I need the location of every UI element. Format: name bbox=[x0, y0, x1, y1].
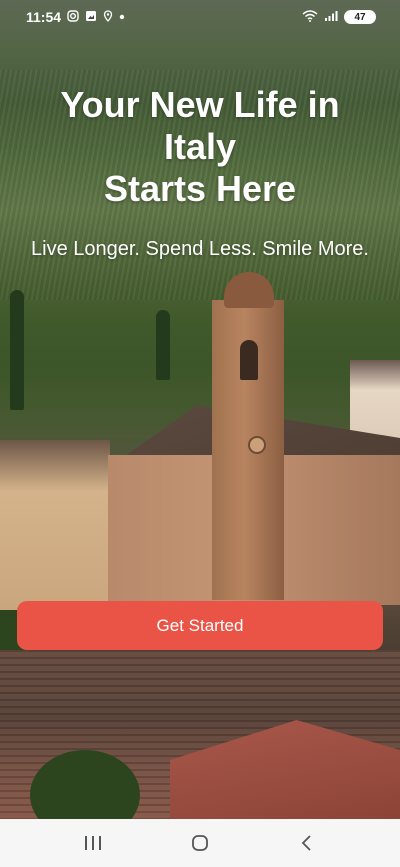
dot-icon bbox=[119, 12, 125, 23]
instagram-icon bbox=[67, 9, 79, 25]
status-left: 11:54 bbox=[26, 9, 125, 25]
hero-title-line1: Your New Life in Italy bbox=[60, 84, 340, 167]
location-icon bbox=[103, 9, 113, 25]
status-bar: 11:54 47 bbox=[0, 0, 400, 34]
back-icon[interactable] bbox=[277, 823, 337, 863]
hero-title-line2: Starts Here bbox=[103, 168, 297, 209]
hero: Your New Life in Italy Starts Here Live … bbox=[0, 84, 400, 262]
house-left bbox=[0, 440, 110, 610]
system-nav-bar bbox=[0, 819, 400, 867]
cypress-tree bbox=[10, 290, 24, 410]
get-started-button[interactable]: Get Started bbox=[17, 601, 383, 650]
hero-subtitle: Live Longer. Spend Less. Smile More. bbox=[31, 238, 369, 260]
tower-clock bbox=[248, 436, 266, 454]
status-time: 11:54 bbox=[26, 9, 62, 25]
battery-icon: 47 bbox=[344, 10, 376, 24]
welcome-screen: 11:54 47 Your New Life in Italy Starts H… bbox=[0, 0, 400, 867]
tower-window bbox=[240, 340, 258, 380]
signal-icon bbox=[324, 10, 338, 25]
wifi-icon bbox=[302, 9, 318, 25]
status-right: 47 bbox=[302, 9, 376, 25]
recent-apps-icon[interactable] bbox=[63, 823, 123, 863]
home-icon[interactable] bbox=[170, 823, 230, 863]
cypress-tree bbox=[156, 310, 170, 380]
hero-title: Your New Life in Italy Starts Here bbox=[35, 84, 365, 210]
image-icon bbox=[85, 10, 97, 25]
